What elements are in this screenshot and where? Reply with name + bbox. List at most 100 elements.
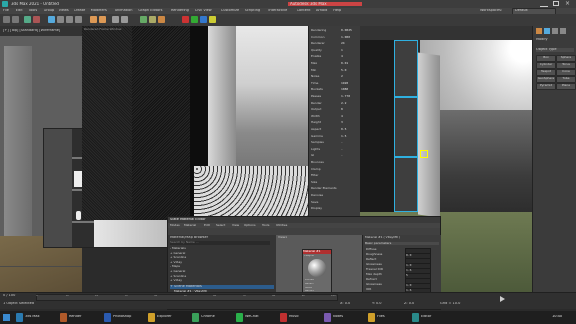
color-swatch-red[interactable] — [182, 16, 189, 23]
browser-row[interactable]: + General — [170, 270, 274, 273]
property-value[interactable]: 1.5 — [341, 135, 359, 138]
menu-item[interactable]: File — [3, 9, 16, 13]
object-type-button[interactable]: Cone — [556, 69, 576, 76]
taskbar-app-label[interactable]: Explorer — [157, 315, 189, 319]
taskbar-app-label[interactable]: WeChat — [245, 315, 277, 319]
color-swatch-blue[interactable] — [200, 16, 207, 23]
taskbar-app-label[interactable]: Music — [289, 315, 321, 319]
create-tab-icon[interactable] — [536, 28, 542, 34]
menu-item[interactable]: Content — [297, 9, 316, 13]
scale-icon[interactable] — [75, 16, 82, 23]
browser-row[interactable]: + Scanline — [170, 256, 274, 259]
menu-item[interactable]: Interactive — [268, 9, 296, 13]
frame-counter[interactable]: 0 / 100 — [3, 294, 33, 298]
hierarchy-tab-icon[interactable] — [552, 28, 558, 34]
property-value[interactable]: 4 — [341, 115, 359, 118]
material-menu-item[interactable]: Utilities — [276, 224, 298, 227]
taskbar-app-label[interactable]: 3ds Max — [25, 315, 57, 319]
node-slot[interactable]: Reflect — [305, 283, 329, 286]
taskbar-app-label[interactable]: Chrome — [201, 315, 233, 319]
menu-item[interactable]: Edit — [16, 9, 29, 13]
property-value[interactable]: 0.0025 — [341, 29, 359, 32]
browser-row[interactable]: + V-Ray — [170, 261, 274, 264]
browser-scene-materials[interactable]: + Scene Materials — [170, 285, 274, 289]
link-icon[interactable] — [24, 16, 31, 23]
redo-icon[interactable] — [12, 16, 19, 23]
menu-item[interactable]: Customize — [221, 9, 245, 13]
taskbar-app-icon[interactable] — [60, 313, 67, 322]
taskbar-app-icon[interactable] — [368, 313, 375, 322]
browser-search-input[interactable]: Search by Name ... — [170, 241, 270, 245]
property-value[interactable]: 4 — [341, 55, 359, 58]
property-value[interactable]: 0.01 — [341, 62, 359, 65]
coord-y[interactable]: Y: 0.0 — [372, 302, 402, 306]
render-setup-icon[interactable] — [149, 16, 156, 23]
object-type-button[interactable]: Teapot — [536, 69, 556, 76]
snap-icon[interactable] — [90, 16, 97, 23]
close-button[interactable]: × — [565, 1, 573, 7]
property-value[interactable]: 1080 — [341, 88, 359, 91]
property-value[interactable]: - — [341, 148, 359, 151]
material-menu-item[interactable]: Select — [216, 224, 232, 227]
modify-tab-icon[interactable] — [544, 28, 550, 34]
taskbar-app-icon[interactable] — [412, 313, 419, 322]
property-value[interactable]: 1 — [341, 49, 359, 52]
taskbar-app-icon[interactable] — [192, 313, 199, 322]
node-slot[interactable]: Gloss — [305, 287, 329, 290]
object-type-button[interactable]: GeoSphere — [536, 76, 556, 83]
material-menu-item[interactable]: View — [232, 224, 244, 227]
taskbar-app-label[interactable]: Editor — [421, 315, 453, 319]
material-menu-item[interactable]: Edit — [204, 224, 216, 227]
coord-z[interactable]: Z: 0.0 — [404, 302, 434, 306]
mirror-icon[interactable] — [112, 16, 119, 23]
timeline[interactable]: 0 / 100 0 10 20 30 40 50 60 70 80 90 100 1 Object … — [0, 292, 576, 309]
property-value[interactable]: 5.0 — [341, 69, 359, 72]
select-icon[interactable] — [48, 16, 55, 23]
menu-item[interactable]: Scripting — [245, 9, 269, 13]
align-icon[interactable] — [121, 16, 128, 23]
property-value[interactable]: 1.778 — [341, 95, 359, 98]
browser-row[interactable]: - Materials — [170, 247, 274, 250]
browser-row[interactable]: + V-Ray — [170, 279, 274, 282]
move-icon[interactable] — [57, 16, 64, 23]
node-view-label[interactable]: View1 — [278, 236, 308, 239]
taskbar-app-icon[interactable] — [236, 313, 243, 322]
taskbar-app-icon[interactable] — [148, 313, 155, 322]
unlink-icon[interactable] — [33, 16, 40, 23]
object-type-section[interactable]: Object Type — [536, 48, 574, 52]
taskbar-app-label[interactable]: Files — [377, 315, 409, 319]
menu-item[interactable]: Help — [333, 9, 346, 13]
motion-tab-icon[interactable] — [560, 28, 566, 34]
taskbar-app-icon[interactable] — [104, 313, 111, 322]
taskbar-app-label[interactable]: Photoshop — [113, 315, 145, 319]
taskbar-app-label[interactable]: Render — [69, 315, 101, 319]
material-menu-item[interactable]: Modes — [170, 224, 184, 227]
menu-item[interactable]: Arnold — [316, 9, 333, 13]
param-section[interactable]: Basic parameters — [365, 242, 439, 245]
object-type-button[interactable]: Torus — [556, 62, 576, 69]
start-button[interactable] — [3, 314, 10, 321]
object-type-button[interactable]: Sphere — [556, 55, 576, 62]
property-value[interactable]: 1920 — [341, 82, 359, 85]
menu-item[interactable]: Animation — [115, 9, 139, 13]
material-menu-item[interactable]: Options — [244, 224, 262, 227]
render-frame-window[interactable]: Rendered Frame Window — [82, 26, 308, 220]
property-value[interactable]: 24 — [341, 42, 359, 45]
menu-item[interactable]: Group — [44, 9, 59, 13]
material-editor-icon[interactable] — [140, 16, 147, 23]
transform-gizmo[interactable] — [420, 150, 428, 158]
material-menu-item[interactable]: Material — [184, 224, 204, 227]
taskbar-app-label[interactable]: Notes — [333, 315, 365, 319]
menu-item[interactable]: Graph Editors — [138, 9, 171, 13]
color-swatch-yellow[interactable] — [209, 16, 216, 23]
menu-item[interactable]: Civil View — [195, 9, 221, 13]
coord-x[interactable]: X: 0.0 — [340, 302, 370, 306]
taskbar-app-icon[interactable] — [324, 313, 331, 322]
property-value[interactable]: - — [341, 141, 359, 144]
menu-item[interactable]: Tools — [29, 9, 44, 13]
property-value[interactable]: 2 — [341, 75, 359, 78]
rotate-icon[interactable] — [66, 16, 73, 23]
menu-item[interactable]: Views — [59, 9, 74, 13]
property-value[interactable]: 2.2 — [341, 102, 359, 105]
menu-item[interactable]: Create — [74, 9, 91, 13]
